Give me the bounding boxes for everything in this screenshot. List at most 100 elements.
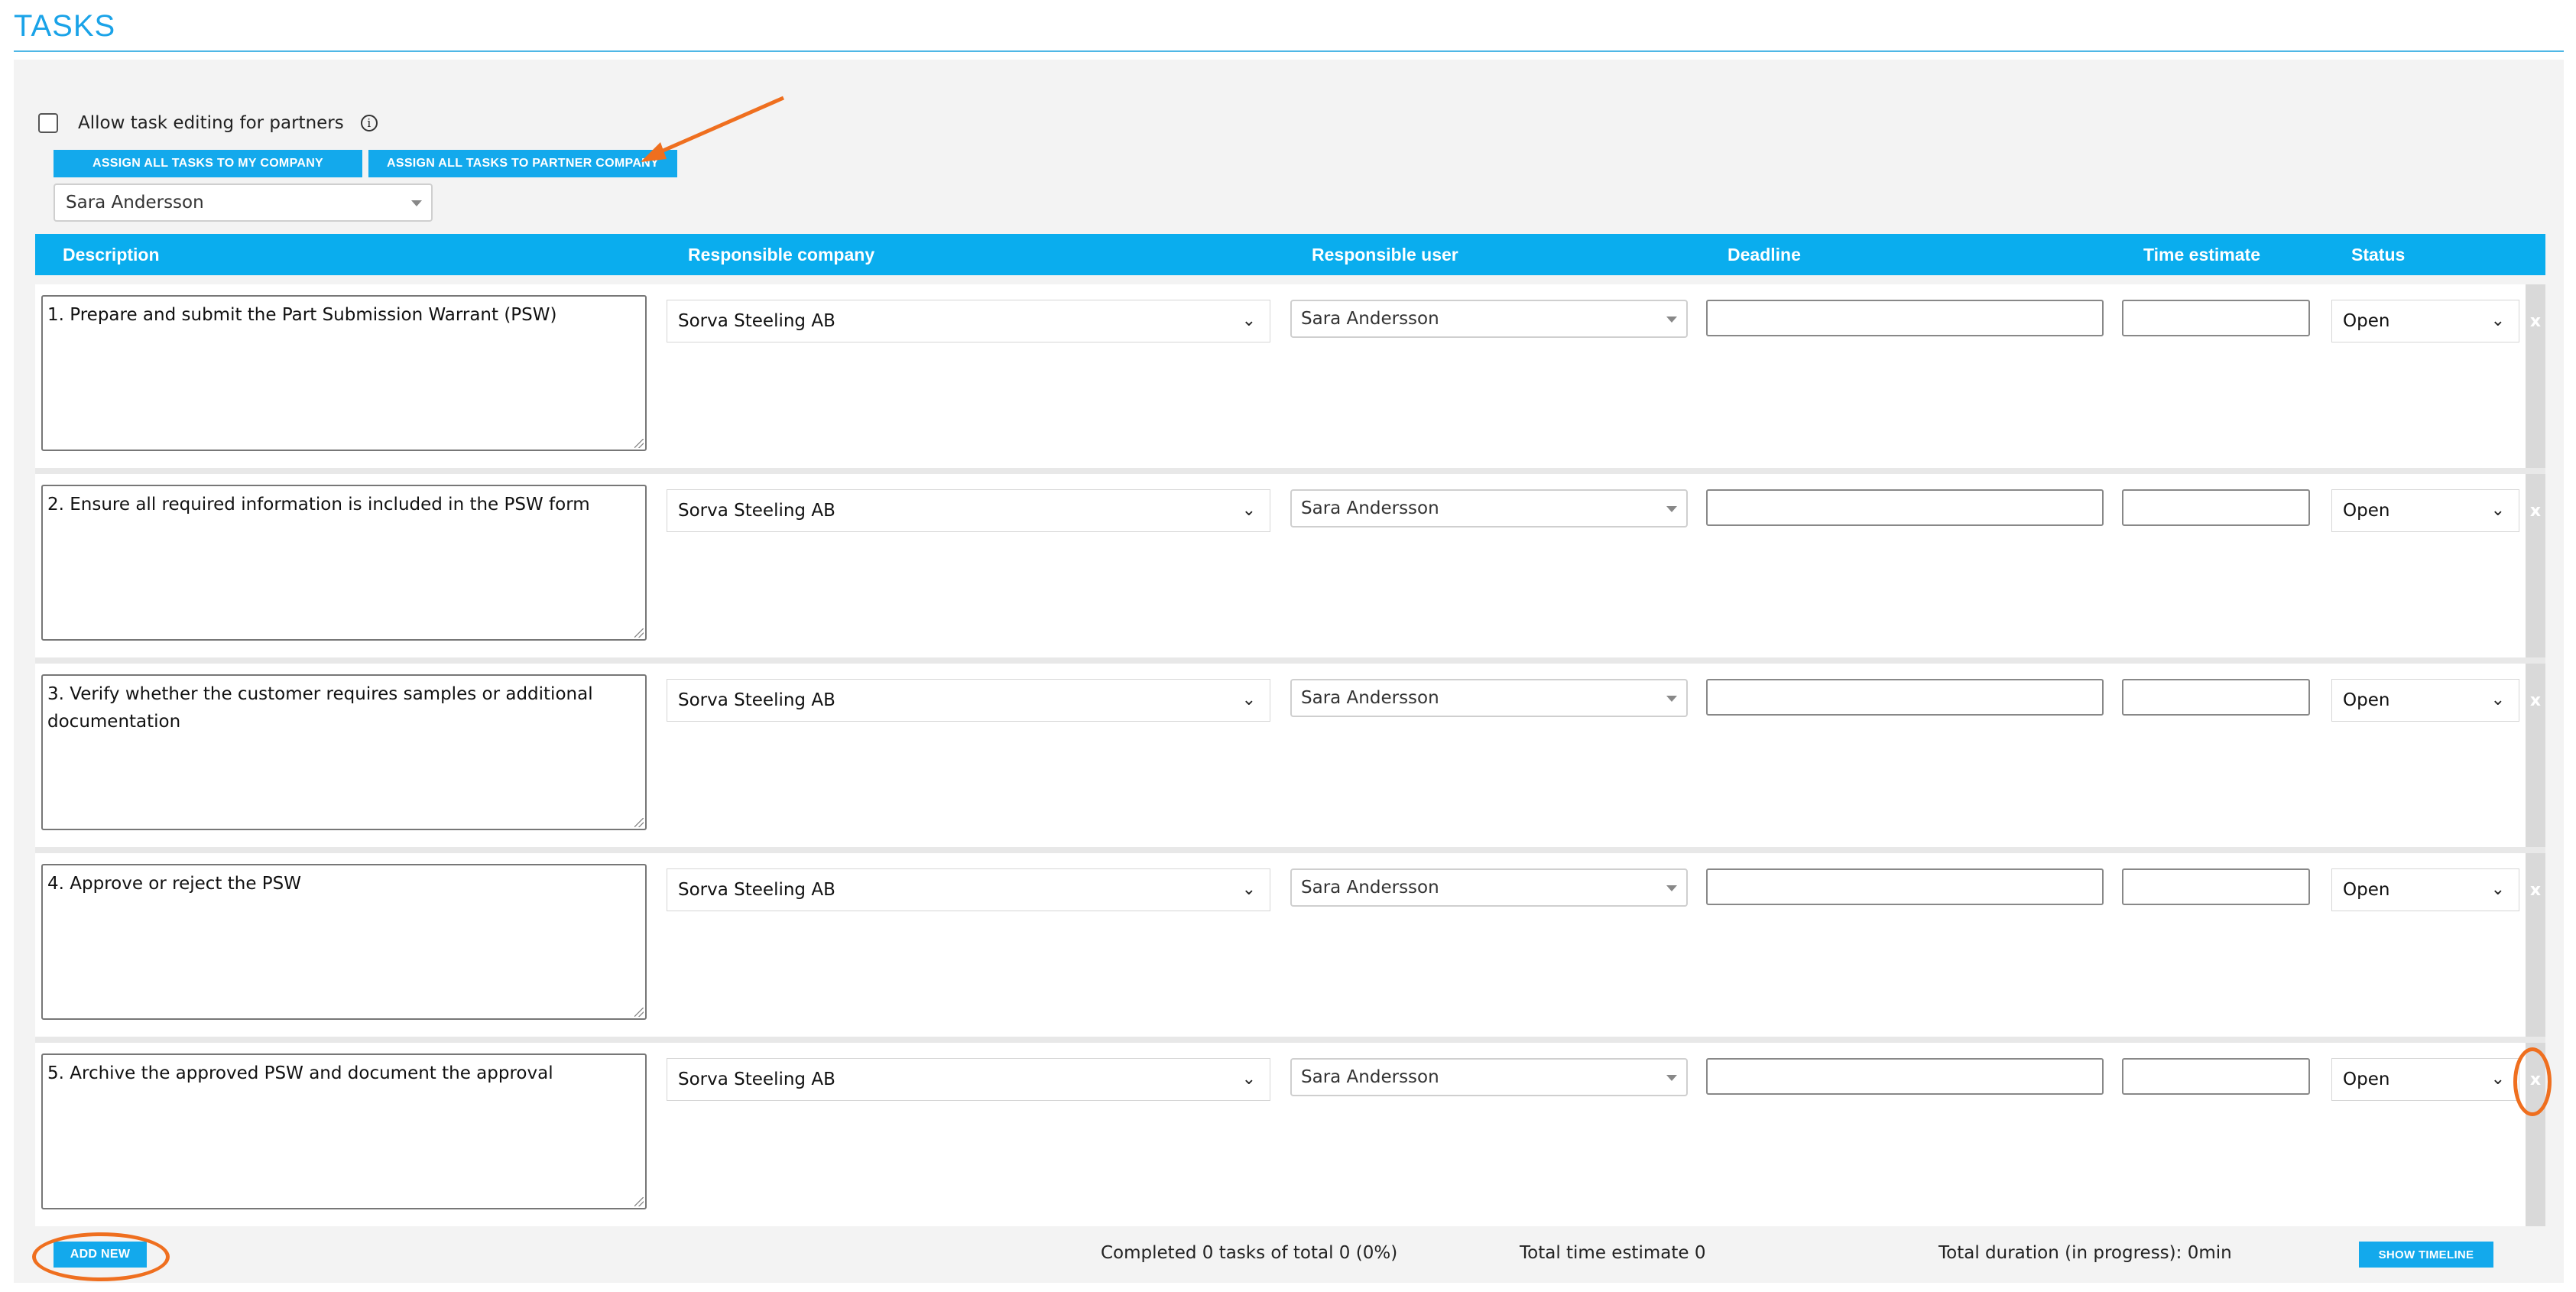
chevron-down-icon: ⌄	[1241, 311, 1256, 330]
annotation-circle-remove	[2513, 1047, 2552, 1116]
assign-all-to-partner-company-button[interactable]: ASSIGN ALL TASKS TO PARTNER COMPANY	[368, 150, 677, 177]
time-estimate-input[interactable]	[2122, 1058, 2310, 1095]
time-estimate-input[interactable]	[2122, 300, 2310, 336]
chevron-down-icon: ⌄	[1241, 1070, 1256, 1089]
status-select[interactable]: Open ⌄	[2331, 300, 2519, 342]
page-title: TASKS	[14, 9, 116, 43]
responsible-user-value: Sara Andersson	[1301, 498, 1439, 518]
task-description-text: 5. Archive the approved PSW and document…	[47, 1063, 553, 1083]
status-value: Open	[2343, 311, 2390, 331]
responsible-user-value: Sara Andersson	[1301, 688, 1439, 708]
total-duration-summary: Total duration (in progress): 0min	[1938, 1243, 2232, 1263]
task-description-input[interactable]: 1. Prepare and submit the Part Submissio…	[41, 295, 647, 451]
task-row: 5. Archive the approved PSW and document…	[35, 1043, 2545, 1226]
annotation-arrow	[641, 96, 785, 162]
triangle-down-icon	[1666, 1075, 1677, 1081]
resize-grip-icon[interactable]	[634, 818, 644, 827]
status-value: Open	[2343, 501, 2390, 521]
header-time-estimate: Time estimate	[2143, 245, 2260, 265]
status-select[interactable]: Open ⌄	[2331, 1058, 2519, 1101]
remove-task-button[interactable]: x	[2526, 474, 2545, 657]
status-select[interactable]: Open ⌄	[2331, 489, 2519, 532]
triangle-down-icon	[411, 200, 422, 206]
header-status: Status	[2351, 245, 2406, 265]
responsible-user-select[interactable]: Sara Andersson	[1290, 489, 1688, 528]
status-value: Open	[2343, 690, 2390, 710]
responsible-company-select[interactable]: Sorva Steeling AB ⌄	[667, 300, 1270, 342]
responsible-user-value: Sara Andersson	[1301, 309, 1439, 329]
task-description-text: 4. Approve or reject the PSW	[47, 874, 302, 894]
responsible-user-select[interactable]: Sara Andersson	[1290, 679, 1688, 717]
responsible-company-value: Sorva Steeling AB	[678, 690, 835, 710]
assign-all-to-my-company-button[interactable]: ASSIGN ALL TASKS TO MY COMPANY	[54, 150, 362, 177]
deadline-input[interactable]	[1706, 868, 2104, 905]
allow-editing-label: Allow task editing for partners	[78, 113, 344, 133]
tasks-table-header: Description Responsible company Responsi…	[35, 234, 2545, 275]
chevron-down-icon: ⌄	[1241, 880, 1256, 899]
time-estimate-input[interactable]	[2122, 489, 2310, 526]
close-icon: x	[2529, 312, 2542, 331]
row-divider	[35, 657, 2545, 664]
resize-grip-icon[interactable]	[634, 439, 644, 448]
responsible-company-value: Sorva Steeling AB	[678, 1070, 835, 1089]
time-estimate-input[interactable]	[2122, 679, 2310, 716]
completed-summary: Completed 0 tasks of total 0 (0%)	[1101, 1243, 1398, 1263]
remove-task-button[interactable]: x	[2526, 853, 2545, 1037]
responsible-company-select[interactable]: Sorva Steeling AB ⌄	[667, 1058, 1270, 1101]
task-description-text: 2. Ensure all required information is in…	[47, 495, 590, 515]
remove-task-button[interactable]: x	[2526, 664, 2545, 847]
deadline-input[interactable]	[1706, 679, 2104, 716]
responsible-user-value: Sara Andersson	[1301, 878, 1439, 898]
responsible-user-select[interactable]: Sara Andersson	[1290, 300, 1688, 338]
responsible-company-value: Sorva Steeling AB	[678, 880, 835, 900]
allow-editing-checkbox[interactable]	[38, 113, 58, 133]
task-description-input[interactable]: 5. Archive the approved PSW and document…	[41, 1053, 647, 1209]
header-responsible-company: Responsible company	[688, 245, 875, 265]
close-icon: x	[2529, 881, 2542, 900]
row-divider	[35, 1037, 2545, 1043]
header-description: Description	[63, 245, 160, 265]
info-icon[interactable]: i	[360, 115, 378, 131]
task-description-input[interactable]: 3. Verify whether the customer requires …	[41, 674, 647, 830]
close-icon: x	[2529, 691, 2542, 710]
default-user-select[interactable]: Sara Andersson	[54, 183, 433, 222]
row-divider	[35, 847, 2545, 853]
responsible-company-select[interactable]: Sorva Steeling AB ⌄	[667, 679, 1270, 722]
total-time-summary: Total time estimate 0	[1520, 1243, 1706, 1263]
responsible-user-value: Sara Andersson	[1301, 1067, 1439, 1087]
chevron-down-icon: ⌄	[2490, 1070, 2505, 1089]
responsible-company-value: Sorva Steeling AB	[678, 501, 835, 521]
show-timeline-button[interactable]: SHOW TIMELINE	[2359, 1242, 2493, 1268]
status-select[interactable]: Open ⌄	[2331, 868, 2519, 911]
responsible-user-select[interactable]: Sara Andersson	[1290, 868, 1688, 907]
task-row: 2. Ensure all required information is in…	[35, 474, 2545, 657]
status-select[interactable]: Open ⌄	[2331, 679, 2519, 722]
task-description-input[interactable]: 2. Ensure all required information is in…	[41, 485, 647, 641]
remove-task-button[interactable]: x	[2526, 284, 2545, 468]
tasks-footer: ADD NEW Completed 0 tasks of total 0 (0%…	[0, 1238, 2576, 1269]
status-value: Open	[2343, 1070, 2390, 1089]
responsible-company-select[interactable]: Sorva Steeling AB ⌄	[667, 868, 1270, 911]
responsible-company-value: Sorva Steeling AB	[678, 311, 835, 331]
task-row: 3. Verify whether the customer requires …	[35, 664, 2545, 847]
chevron-down-icon: ⌄	[2490, 501, 2505, 520]
deadline-input[interactable]	[1706, 300, 2104, 336]
annotation-circle-add-new	[32, 1232, 170, 1281]
time-estimate-input[interactable]	[2122, 868, 2310, 905]
deadline-input[interactable]	[1706, 1058, 2104, 1095]
resize-grip-icon[interactable]	[634, 1008, 644, 1017]
resize-grip-icon[interactable]	[634, 628, 644, 638]
task-description-text: 3. Verify whether the customer requires …	[47, 684, 593, 732]
close-icon: x	[2529, 502, 2542, 521]
chevron-down-icon: ⌄	[1241, 501, 1256, 520]
task-row: 4. Approve or reject the PSW Sorva Steel…	[35, 853, 2545, 1037]
deadline-input[interactable]	[1706, 489, 2104, 526]
responsible-company-select[interactable]: Sorva Steeling AB ⌄	[667, 489, 1270, 532]
triangle-down-icon	[1666, 506, 1677, 512]
responsible-user-select[interactable]: Sara Andersson	[1290, 1058, 1688, 1096]
task-description-input[interactable]: 4. Approve or reject the PSW	[41, 864, 647, 1020]
resize-grip-icon[interactable]	[634, 1197, 644, 1206]
allow-editing-row: Allow task editing for partners i	[38, 113, 378, 133]
status-value: Open	[2343, 880, 2390, 900]
header-deadline: Deadline	[1728, 245, 1801, 265]
